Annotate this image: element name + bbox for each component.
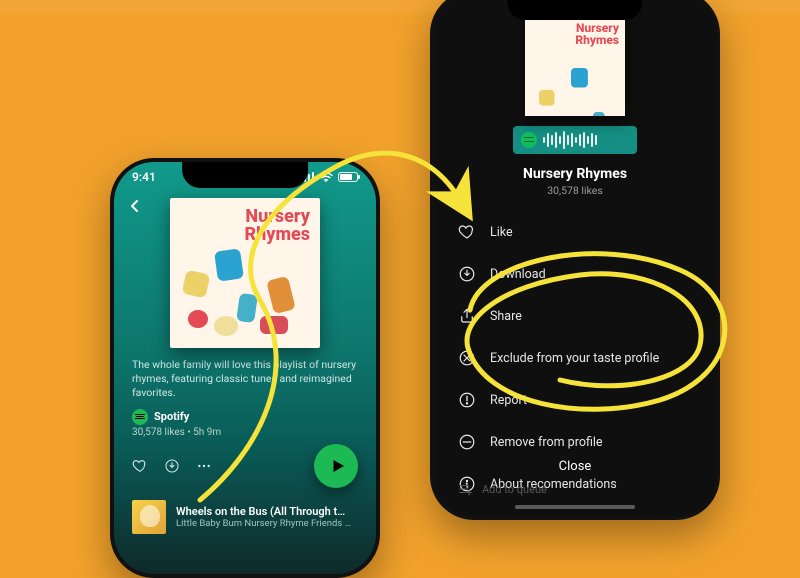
remove-icon (458, 433, 476, 451)
add-to-queue-hint: Add to queue (458, 482, 547, 496)
play-button[interactable] (314, 444, 358, 488)
report-icon (458, 391, 476, 409)
menu-item-label: Download (490, 267, 546, 282)
heart-icon (458, 223, 476, 241)
playlist-description: The whole family will love this playlist… (114, 358, 376, 401)
share-icon (458, 307, 476, 325)
menu-likes: 30,578 likes (434, 184, 716, 197)
menu-item-download[interactable]: Download (434, 253, 716, 295)
more-button[interactable] (196, 458, 212, 474)
menu-item-remove-profile[interactable]: Remove from profile (434, 421, 716, 463)
download-icon (458, 265, 476, 283)
playlist-meta: 30,578 likes • 5h 9m (114, 427, 376, 444)
wifi-icon (319, 172, 333, 182)
menu-item-label: Remove from profile (490, 435, 603, 450)
menu-item-label: Exclude from your taste profile (490, 351, 659, 366)
spotify-logo-icon (132, 409, 148, 425)
track-artist: Little Baby Bum Nursery Rhyme Friends • … (176, 518, 354, 529)
back-button[interactable] (128, 198, 142, 217)
menu-cover: Nursery Rhymes (525, 16, 625, 116)
menu-item-report[interactable]: Report (434, 379, 716, 421)
iphone-notch (507, 0, 642, 20)
phone-context-menu: Nursery Rhymes Nursery Rhymes 30,578 lik… (430, 0, 720, 520)
queue-icon (458, 482, 472, 496)
playlist-author: Spotify (154, 410, 189, 423)
spotify-code[interactable] (513, 126, 637, 154)
phone-playlist-view: 9:41 Nursery Rhymes The whole family wil… (110, 158, 380, 578)
spotify-logo-icon (521, 132, 537, 148)
playlist-cover[interactable]: Nursery Rhymes (170, 198, 320, 348)
playlist-author-row[interactable]: Spotify (114, 401, 376, 427)
cover-artwork (170, 198, 320, 348)
spotify-code-bars (543, 131, 629, 149)
track-row[interactable]: Wheels on the Bus (All Through t… Little… (114, 488, 376, 534)
menu-item-label: Like (490, 225, 513, 240)
menu-title: Nursery Rhymes (434, 166, 716, 182)
menu-item-exclude-taste[interactable]: Exclude from your taste profile (434, 337, 716, 379)
exclude-icon (458, 349, 476, 367)
like-button[interactable] (132, 458, 148, 474)
battery-icon (338, 172, 358, 182)
iphone-notch (182, 162, 308, 188)
download-button[interactable] (164, 458, 180, 474)
menu-item-label: Report (490, 393, 527, 408)
close-button[interactable]: Close (434, 459, 716, 474)
menu-item-share[interactable]: Share (434, 295, 716, 337)
menu-item-like[interactable]: Like (434, 211, 716, 253)
track-title: Wheels on the Bus (All Through t… (176, 505, 354, 518)
menu-item-label: Share (490, 309, 522, 324)
status-time: 9:41 (132, 170, 156, 184)
track-thumbnail (132, 500, 166, 534)
home-indicator[interactable] (515, 505, 635, 509)
